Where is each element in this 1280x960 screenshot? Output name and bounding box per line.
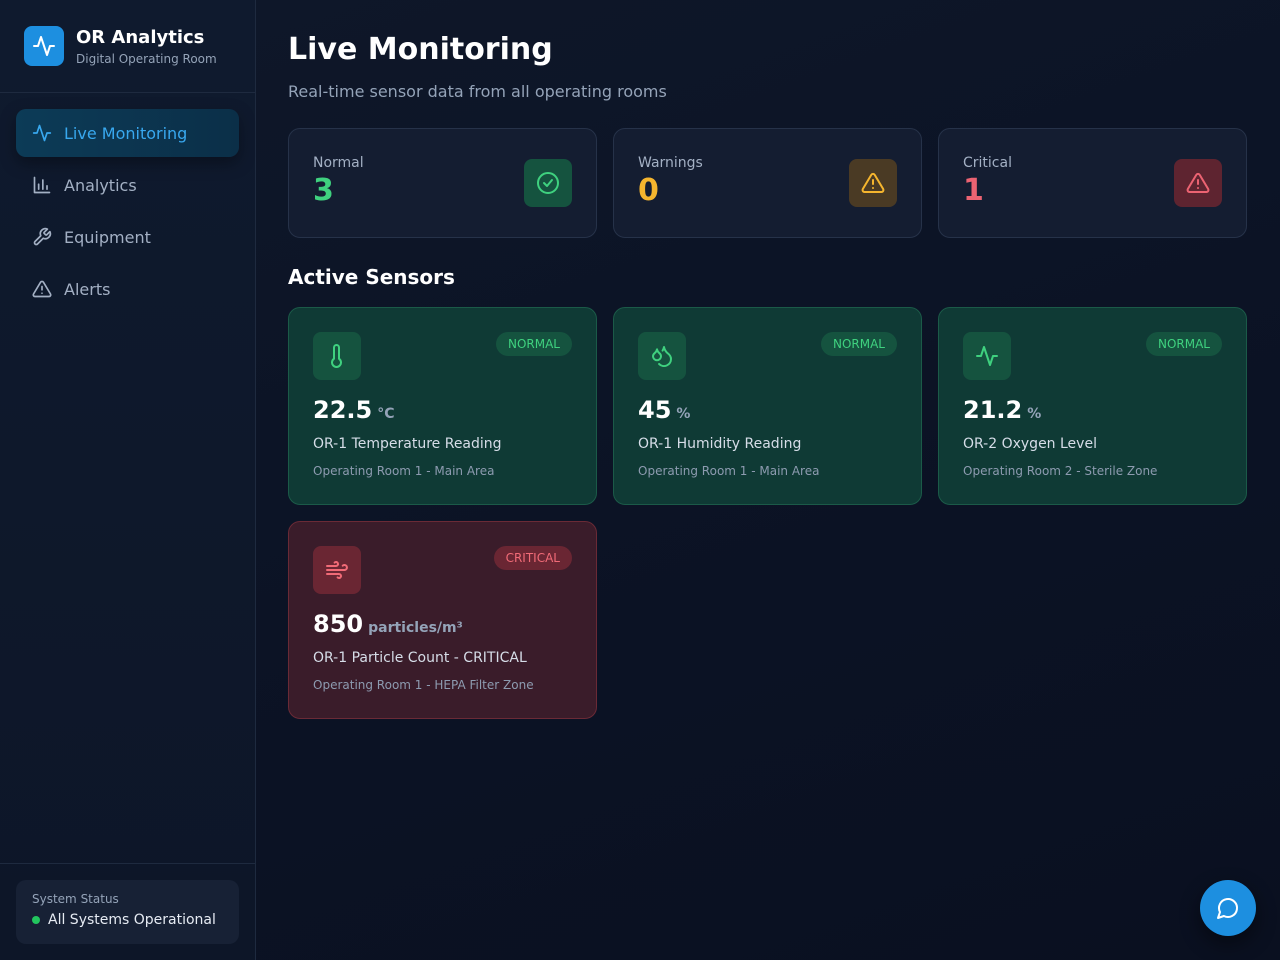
stats-row: Normal 3 Warnings 0 Critical 1: [288, 128, 1248, 238]
sidebar-item-equipment[interactable]: Equipment: [16, 213, 239, 261]
sensor-name: OR-2 Oxygen Level: [963, 436, 1097, 452]
sensor-name: OR-1 Humidity Reading: [638, 436, 802, 452]
sensor-unit: %: [1027, 406, 1042, 422]
wrench-icon: [32, 227, 52, 247]
wind-icon: [313, 546, 361, 594]
sidebar: OR Analytics Digital Operating Room Live…: [0, 0, 256, 960]
sensor-location: Operating Room 2 - Sterile Zone: [963, 464, 1158, 478]
sensor-reading: 21.2 %: [963, 396, 1222, 424]
system-status-section: System Status All Systems Operational: [0, 863, 255, 960]
sensor-name: OR-1 Particle Count - CRITICAL: [313, 650, 527, 666]
system-status-text: All Systems Operational: [48, 912, 216, 928]
status-badge: NORMAL: [1145, 332, 1222, 356]
message-circle-icon: [1216, 896, 1240, 920]
sensor-grid: NORMAL 22.5 °C OR-1 Temperature Reading …: [288, 307, 1248, 719]
main-content: Live Monitoring Real-time sensor data fr…: [256, 0, 1280, 960]
sensor-name: OR-1 Temperature Reading: [313, 436, 502, 452]
droplets-icon: [638, 332, 686, 380]
activity-icon: [963, 332, 1011, 380]
page-subtitle: Real-time sensor data from all operating…: [288, 82, 667, 101]
section-title: Active Sensors: [288, 265, 455, 289]
sensor-value: 45: [638, 396, 672, 424]
sensor-card[interactable]: NORMAL 22.5 °C OR-1 Temperature Reading …: [288, 307, 597, 505]
sensor-unit: °C: [377, 406, 395, 422]
sensor-value: 22.5: [313, 396, 373, 424]
bar-chart-icon: [32, 175, 52, 195]
sensor-location: Operating Room 1 - Main Area: [638, 464, 820, 478]
status-badge: NORMAL: [820, 332, 897, 356]
brand-title: OR Analytics: [76, 26, 205, 48]
stat-label: Normal: [313, 155, 364, 171]
stat-value: 1: [963, 173, 984, 208]
sidebar-item-alerts[interactable]: Alerts: [16, 265, 239, 313]
thermometer-icon: [313, 332, 361, 380]
sidebar-item-analytics[interactable]: Analytics: [16, 161, 239, 209]
stat-label: Warnings: [638, 155, 703, 171]
status-badge: NORMAL: [495, 332, 572, 356]
stat-label: Critical: [963, 155, 1012, 171]
system-status-row: All Systems Operational: [32, 912, 223, 928]
stat-card-critical: Critical 1: [938, 128, 1247, 238]
sidebar-item-live-monitoring[interactable]: Live Monitoring: [16, 109, 239, 157]
brand-text: OR Analytics Digital Operating Room: [76, 27, 217, 66]
alert-triangle-icon: [849, 159, 897, 207]
sidebar-nav: Live Monitoring Analytics Equipment Aler…: [0, 93, 255, 333]
brand: OR Analytics Digital Operating Room: [0, 0, 255, 93]
sensor-unit: %: [676, 406, 691, 422]
status-badge: CRITICAL: [493, 546, 572, 570]
sidebar-item-label: Live Monitoring: [64, 123, 188, 143]
system-status-card: System Status All Systems Operational: [16, 880, 239, 944]
alert-triangle-icon: [1174, 159, 1222, 207]
stat-card-warnings: Warnings 0: [613, 128, 922, 238]
sidebar-item-label: Alerts: [64, 279, 111, 299]
sensor-reading: 45 %: [638, 396, 897, 424]
sensor-card[interactable]: CRITICAL 850 particles/m³ OR-1 Particle …: [288, 521, 597, 719]
activity-icon: [32, 123, 52, 143]
sensor-value: 850: [313, 610, 364, 638]
page-title: Live Monitoring: [288, 32, 553, 67]
sensor-value: 21.2: [963, 396, 1023, 424]
app-root: OR Analytics Digital Operating Room Live…: [0, 0, 1280, 960]
sidebar-item-label: Analytics: [64, 175, 137, 195]
sensor-location: Operating Room 1 - Main Area: [313, 464, 495, 478]
status-dot-icon: [32, 916, 40, 924]
sensor-reading: 22.5 °C: [313, 396, 572, 424]
activity-icon: [24, 26, 64, 66]
check-circle-icon: [524, 159, 572, 207]
stat-card-normal: Normal 3: [288, 128, 597, 238]
sensor-card[interactable]: NORMAL 45 % OR-1 Humidity Reading Operat…: [613, 307, 922, 505]
sensor-card[interactable]: NORMAL 21.2 % OR-2 Oxygen Level Operatin…: [938, 307, 1247, 505]
stat-value: 3: [313, 173, 334, 208]
brand-subtitle: Digital Operating Room: [76, 51, 217, 66]
alert-triangle-icon: [32, 279, 52, 299]
sensor-reading: 850 particles/m³: [313, 610, 572, 638]
system-status-label: System Status: [32, 892, 119, 906]
stat-value: 0: [638, 173, 659, 208]
sidebar-item-label: Equipment: [64, 227, 151, 247]
chat-button[interactable]: [1200, 880, 1256, 936]
sensor-unit: particles/m³: [368, 620, 463, 636]
sensor-location: Operating Room 1 - HEPA Filter Zone: [313, 678, 534, 692]
